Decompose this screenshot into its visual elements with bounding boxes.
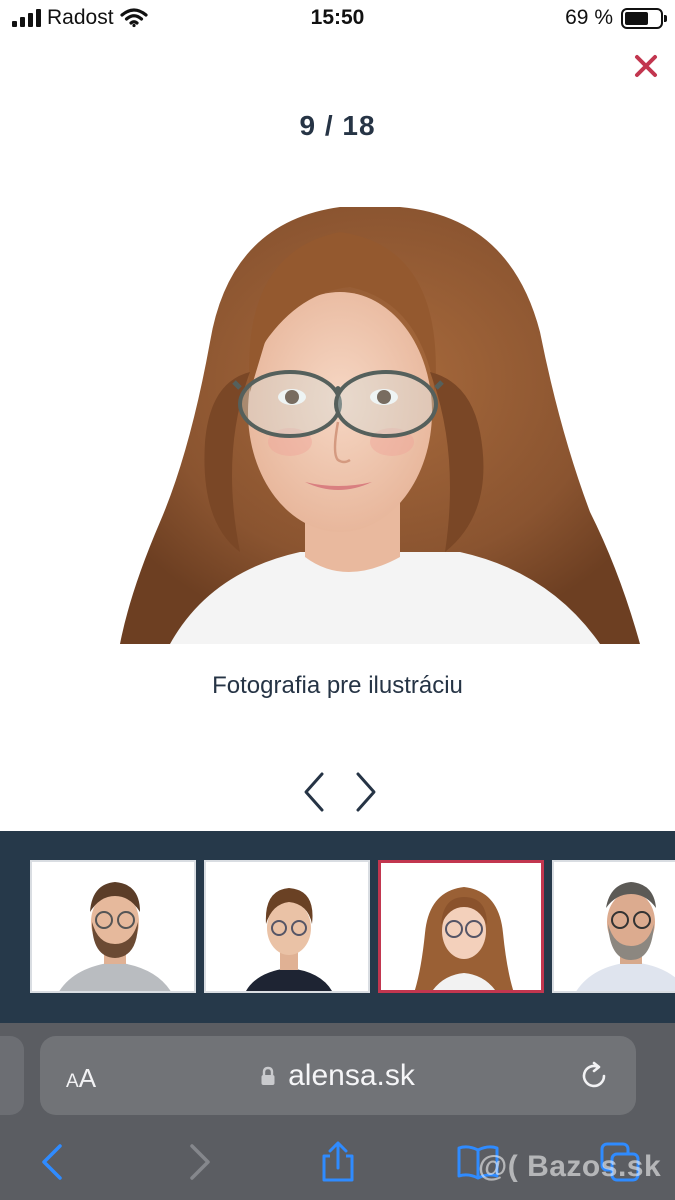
girl-thumbnail-image — [414, 887, 514, 990]
image-counter: 9 / 18 — [299, 110, 376, 141]
url-label: alensa.sk — [288, 1059, 415, 1092]
older-man-thumbnail-image — [576, 882, 675, 991]
girl-portrait-illustration — [120, 207, 640, 644]
lock-icon — [261, 1066, 275, 1085]
chevron-right-icon[interactable] — [344, 770, 384, 814]
man-thumbnail-image — [59, 882, 171, 991]
boy-thumbnail-image — [246, 888, 332, 991]
main-photo — [100, 192, 660, 644]
battery-icon — [621, 7, 667, 29]
battery-group: 69 % — [565, 6, 667, 30]
close-icon[interactable] — [628, 48, 664, 84]
thumbnail-4[interactable] — [552, 860, 675, 993]
back-icon[interactable] — [32, 1140, 76, 1184]
battery-percent: 69 % — [565, 6, 613, 29]
thumbnail-1[interactable] — [30, 860, 196, 993]
status-bar: Radost 15:50 69 % — [0, 0, 675, 40]
photo-caption: Fotografia pre ilustráciu — [212, 672, 463, 699]
share-icon[interactable] — [316, 1140, 360, 1184]
forward-icon[interactable] — [176, 1140, 220, 1184]
thumbnail-3-active[interactable] — [378, 860, 544, 993]
reload-icon[interactable] — [576, 1058, 612, 1094]
chevron-left-icon[interactable] — [296, 770, 336, 814]
url-display[interactable]: alensa.sk — [0, 1059, 675, 1093]
watermark-text: @( Bazos.sk — [478, 1150, 662, 1183]
thumbnail-strip[interactable] — [0, 831, 675, 1023]
thumbnail-2[interactable] — [204, 860, 370, 993]
